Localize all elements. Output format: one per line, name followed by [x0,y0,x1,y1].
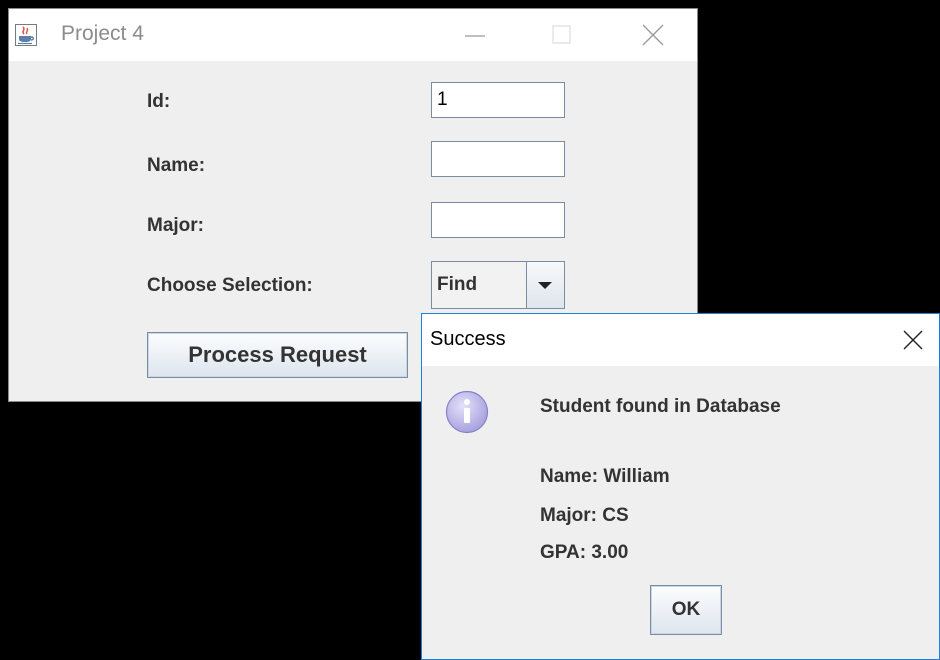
maximize-icon[interactable] [531,9,591,61]
close-icon[interactable] [887,314,939,366]
student-major-line: Major: CS [540,505,629,526]
dialog-title: Success [430,328,506,350]
student-gpa-line: GPA: 3.00 [540,542,629,563]
info-icon [444,389,490,435]
success-dialog: Success Student found in Database Name: … [421,313,940,660]
process-request-button[interactable]: Process Request [147,332,408,378]
major-field[interactable] [431,202,565,238]
name-label: Name: [147,155,206,176]
window-title: Project 4 [61,22,144,45]
close-icon[interactable] [623,9,683,61]
selection-dropdown[interactable]: Find [431,261,565,309]
minimize-icon[interactable] [445,9,505,61]
message-heading: Student found in Database [540,396,781,417]
dropdown-arrow-icon[interactable] [526,262,564,308]
ok-button[interactable]: OK [650,585,722,635]
selection-value: Find [437,274,478,295]
dialog-title-bar[interactable]: Success [422,314,939,366]
id-field[interactable] [431,82,565,118]
student-name-line: Name: William [540,466,670,487]
selection-label: Choose Selection: [147,275,313,296]
name-field[interactable] [431,141,565,177]
main-title-bar[interactable]: Project 4 [9,9,697,61]
major-label: Major: [147,215,204,236]
id-label: Id: [147,91,171,112]
java-icon [15,24,37,46]
